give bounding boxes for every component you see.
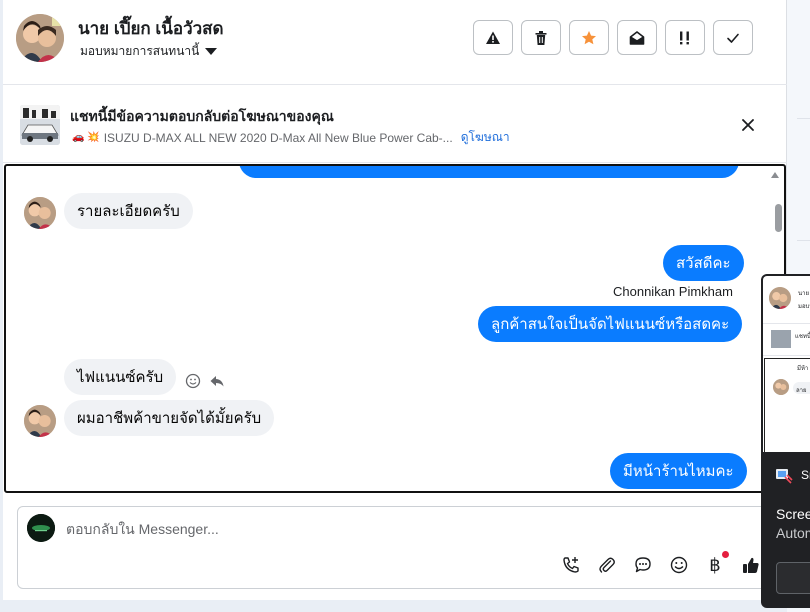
emoji-icon bbox=[670, 556, 688, 574]
recorder-app-header: Sn bbox=[775, 466, 810, 484]
conversation-header: นาย เปี๊ยก เนื้อวัวสด มอบหมายการสนทนานี้ bbox=[3, 0, 787, 85]
call-button[interactable] bbox=[560, 554, 582, 576]
ad-reply-banner: แชทนี้มีข้อความตอบกลับต่อโฆษณาของคุณ 🚗 💥… bbox=[3, 85, 787, 163]
attachment-icon bbox=[599, 557, 615, 573]
scrollbar-thumb[interactable] bbox=[775, 204, 782, 232]
baht-icon: ฿ bbox=[709, 554, 721, 576]
preview-bubble: ลาย bbox=[793, 382, 810, 394]
composer-toolbar: ฿ bbox=[560, 551, 762, 576]
react-emoji-icon[interactable] bbox=[185, 373, 201, 389]
incoming-message-bubble[interactable]: ผมอาชีพค้าขายจัดได้มั้ยครับ bbox=[64, 400, 275, 436]
header-actions bbox=[473, 20, 753, 55]
view-ad-link[interactable]: ดูโฆษณา bbox=[461, 128, 510, 147]
exclamation-icon bbox=[680, 31, 689, 44]
preview-ad-text: แชทนี้ bbox=[795, 334, 810, 340]
previous-outgoing-bubble bbox=[239, 166, 739, 178]
report-spam-button[interactable] bbox=[473, 20, 513, 55]
outgoing-message-bubble[interactable]: ลูกค้าสนใจเป็นจัดไฟแนนซ์หรือสดคะ bbox=[478, 306, 743, 342]
sender-avatar bbox=[24, 197, 56, 229]
assign-label: มอบหมายการสนทนานี้ bbox=[80, 44, 200, 58]
priority-button[interactable] bbox=[665, 20, 705, 55]
sender-avatar bbox=[24, 405, 56, 437]
ad-banner-title: แชทนี้มีข้อความตอบกลับต่อโฆษณาของคุณ bbox=[70, 108, 334, 124]
preview-msg-avatar bbox=[773, 379, 789, 395]
ad-thumbnail bbox=[20, 105, 60, 145]
ad-description: ISUZU D-MAX ALL NEW 2020 D-Max All New B… bbox=[103, 130, 453, 145]
screen-recorder-popup[interactable]: นาย มอบห แชทนี้ มีห้า ลาย Sn Scree Autom bbox=[761, 274, 810, 608]
preview-ad-thumb bbox=[771, 330, 791, 348]
trash-icon bbox=[535, 30, 547, 45]
preview-subtitle: มอบห bbox=[798, 304, 810, 310]
attach-file-button[interactable] bbox=[596, 554, 618, 576]
inbox-conversation-panel: นาย เปี๊ยก เนื้อวัวสด มอบหมายการสนทนานี้ bbox=[3, 0, 787, 600]
recorder-subtitle: Autom bbox=[776, 525, 810, 541]
delete-button[interactable] bbox=[521, 20, 561, 55]
car-emoji-icon: 🚗 💥 bbox=[72, 132, 100, 143]
page-avatar bbox=[27, 514, 55, 542]
contact-avatar[interactable] bbox=[16, 14, 64, 62]
recorder-action-button[interactable] bbox=[776, 562, 810, 594]
message-hover-actions bbox=[185, 373, 225, 389]
preview-avatar bbox=[769, 287, 791, 309]
assign-conversation-dropdown[interactable]: มอบหมายการสนทนานี้ bbox=[80, 42, 218, 61]
saved-replies-icon bbox=[635, 557, 651, 573]
incoming-message-bubble[interactable]: ไฟแนนซ์ครับ bbox=[64, 359, 177, 395]
mark-unread-button[interactable] bbox=[617, 20, 657, 55]
incoming-message-bubble[interactable]: รายละเอียดครับ bbox=[64, 193, 193, 229]
like-button[interactable] bbox=[740, 554, 762, 576]
caret-down-icon bbox=[205, 48, 218, 55]
call-icon bbox=[563, 557, 579, 573]
reply-input[interactable] bbox=[66, 517, 566, 541]
like-icon bbox=[743, 557, 759, 573]
ad-banner-subtitle: 🚗 💥 ISUZU D-MAX ALL NEW 2020 D-Max All N… bbox=[72, 128, 510, 147]
preview-name: นาย bbox=[798, 291, 809, 297]
reply-icon[interactable] bbox=[209, 373, 225, 389]
agent-sender-name: Chonnikan Pimkham bbox=[613, 284, 733, 299]
recorder-preview-thumbnail: นาย มอบห แชทนี้ มีห้า ลาย bbox=[763, 276, 810, 452]
contact-name: นาย เปี๊ยก เนื้อวัวสด bbox=[78, 19, 224, 38]
emoji-button[interactable] bbox=[668, 554, 690, 576]
saved-replies-button[interactable] bbox=[632, 554, 654, 576]
mark-done-button[interactable] bbox=[713, 20, 753, 55]
check-icon bbox=[727, 33, 739, 43]
recorder-app-name: Sn bbox=[801, 468, 810, 482]
warning-icon bbox=[486, 31, 500, 44]
scroll-up-arrow-icon[interactable] bbox=[771, 172, 779, 178]
preview-message: มีห้า bbox=[797, 366, 809, 372]
message-thread[interactable]: รายละเอียดครับ สวัสดีคะ Chonnikan Pimkha… bbox=[4, 164, 786, 493]
preview-thread: มีห้า ลาย bbox=[764, 358, 810, 452]
star-icon bbox=[582, 30, 596, 44]
close-icon[interactable] bbox=[738, 115, 758, 135]
reply-composer: ฿ bbox=[17, 506, 777, 589]
follow-up-button[interactable] bbox=[569, 20, 609, 55]
recorder-title: Scree bbox=[776, 506, 810, 522]
envelope-open-icon bbox=[629, 30, 645, 45]
snipping-tool-icon bbox=[776, 469, 793, 484]
outgoing-message-bubble[interactable]: สวัสดีคะ bbox=[663, 245, 744, 281]
outgoing-message-bubble[interactable]: มีหน้าร้านไหมคะ bbox=[610, 453, 747, 489]
payment-button[interactable]: ฿ bbox=[704, 551, 729, 576]
notification-dot bbox=[722, 551, 729, 558]
